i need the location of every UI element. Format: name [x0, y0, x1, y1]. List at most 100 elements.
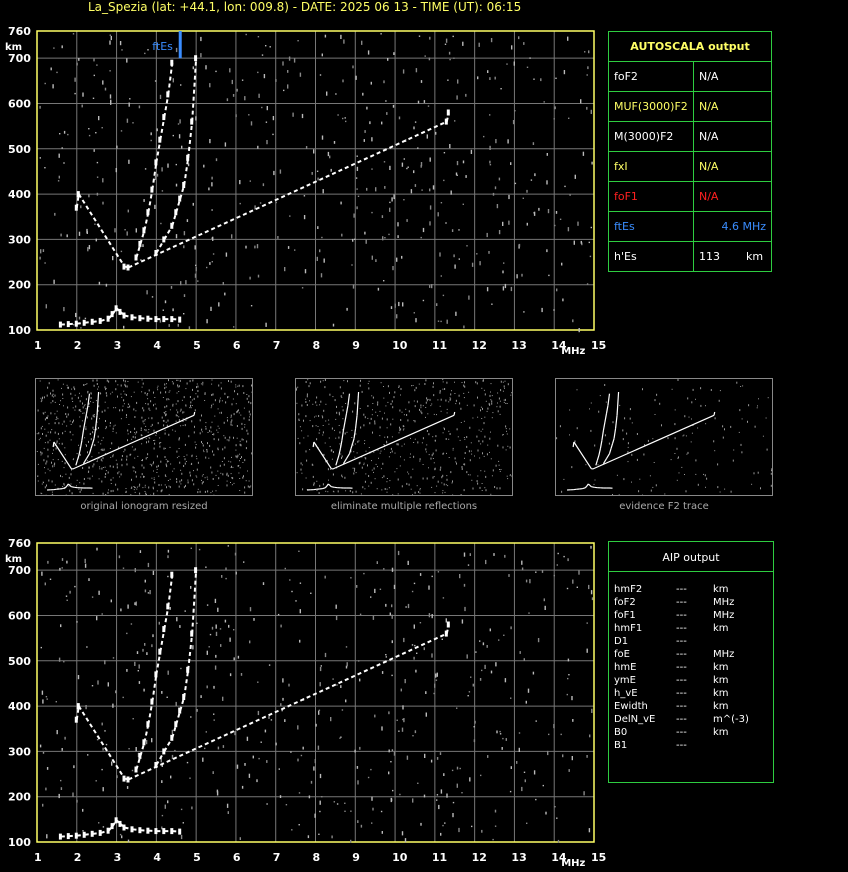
- noise-dot: [312, 404, 313, 405]
- thumbnail-caption: evidence F2 trace: [544, 501, 784, 512]
- noise-dot: [299, 792, 300, 793]
- noise-dot: [177, 411, 178, 413]
- noise-dot: [38, 432, 39, 434]
- noise-dot: [56, 417, 57, 419]
- noise-dot: [85, 705, 86, 709]
- noise-dot: [140, 477, 141, 478]
- noise-dot: [421, 80, 422, 83]
- noise-dot: [159, 484, 160, 486]
- noise-dot: [475, 381, 476, 383]
- noise-dot: [110, 457, 111, 458]
- noise-dot: [99, 466, 100, 467]
- noise-dot: [402, 446, 403, 447]
- noise-dot: [195, 447, 196, 449]
- noise-dot: [79, 232, 80, 236]
- noise-dot: [247, 471, 248, 472]
- noise-dot: [218, 439, 219, 441]
- noise-dot: [228, 461, 229, 462]
- noise-dot: [589, 408, 590, 409]
- noise-dot: [123, 406, 124, 407]
- noise-dot: [137, 651, 138, 654]
- noise-dot: [316, 416, 317, 417]
- trace-segment: [333, 415, 454, 469]
- noise-dot: [440, 833, 441, 836]
- noise-dot: [97, 383, 98, 385]
- noise-dot: [479, 640, 480, 641]
- noise-dot: [411, 189, 412, 193]
- noise-dot: [468, 296, 469, 300]
- noise-dot: [98, 452, 99, 453]
- noise-dot: [194, 426, 195, 428]
- noise-dot: [483, 642, 484, 645]
- noise-dot: [93, 402, 94, 403]
- noise-dot: [571, 696, 572, 700]
- noise-dot: [147, 457, 148, 458]
- noise-dot: [211, 394, 212, 396]
- noise-dot: [392, 494, 393, 495]
- noise-dot: [357, 766, 358, 769]
- noise-dot: [401, 689, 402, 692]
- noise-dot: [103, 457, 104, 459]
- noise-dot: [469, 427, 470, 429]
- noise-dot: [569, 434, 570, 435]
- noise-dot: [642, 388, 643, 390]
- noise-dot: [567, 37, 568, 41]
- noise-dot: [368, 383, 369, 384]
- noise-dot: [519, 732, 520, 733]
- noise-dot: [428, 433, 429, 435]
- noise-dot: [654, 462, 655, 463]
- noise-dot: [69, 591, 70, 594]
- noise-dot: [306, 460, 307, 462]
- noise-dot: [236, 403, 237, 404]
- noise-dot: [365, 416, 366, 418]
- noise-dot: [67, 407, 68, 409]
- noise-dot: [297, 387, 298, 388]
- noise-dot: [148, 441, 149, 443]
- noise-dot: [381, 382, 382, 383]
- noise-dot: [624, 417, 625, 419]
- noise-dot: [94, 224, 95, 225]
- noise-dot: [368, 50, 369, 54]
- trace-segment: [160, 629, 164, 652]
- noise-dot: [197, 491, 198, 493]
- noise-dot: [176, 617, 177, 621]
- noise-dot: [203, 451, 204, 452]
- noise-dot: [73, 459, 74, 460]
- noise-dot: [301, 755, 302, 756]
- noise-dot: [153, 471, 154, 472]
- noise-dot: [184, 486, 185, 488]
- noise-dot: [178, 324, 179, 327]
- noise-dot: [446, 794, 447, 798]
- noise-dot: [258, 94, 259, 98]
- noise-dot: [231, 417, 232, 418]
- noise-dot: [477, 76, 478, 79]
- noise-dot: [177, 380, 178, 381]
- noise-dot: [548, 734, 549, 735]
- noise-dot: [109, 70, 110, 71]
- noise-dot: [203, 445, 204, 447]
- noise-dot: [487, 411, 488, 412]
- noise-dot: [394, 198, 395, 199]
- noise-dot: [519, 748, 520, 752]
- aip-value: ---: [676, 700, 687, 713]
- noise-dot: [190, 586, 191, 589]
- noise-dot: [318, 426, 319, 427]
- noise-dot: [89, 135, 90, 136]
- trace-segment: [62, 488, 65, 489]
- noise-dot: [477, 476, 478, 477]
- noise-dot: [87, 391, 88, 392]
- noise-dot: [77, 453, 78, 454]
- trace-segment: [602, 430, 604, 440]
- noise-dot: [309, 796, 310, 799]
- noise-dot: [240, 467, 241, 468]
- noise-dot: [161, 691, 162, 694]
- noise-dot: [68, 414, 69, 416]
- noise-dot: [237, 393, 238, 395]
- noise-dot: [587, 649, 588, 653]
- noise-dot: [43, 459, 44, 461]
- noise-dot: [747, 421, 748, 423]
- noise-dot: [154, 443, 155, 445]
- noise-dot: [53, 459, 54, 460]
- noise-dot: [548, 209, 549, 213]
- noise-dot: [207, 604, 208, 605]
